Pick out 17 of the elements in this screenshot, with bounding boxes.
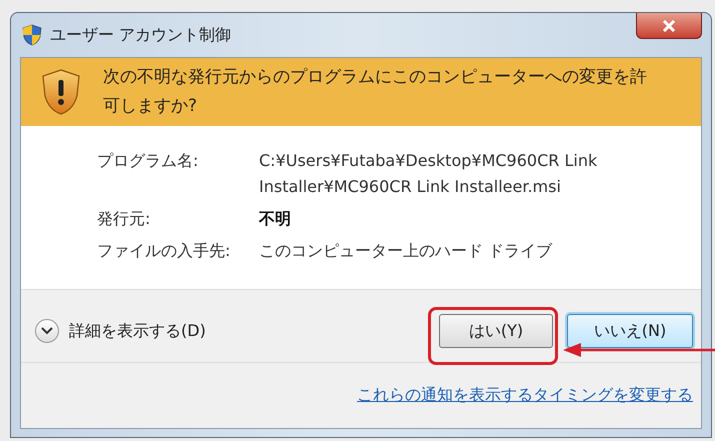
detail-label: ファイルの入手先: xyxy=(97,240,232,262)
notification-settings-link[interactable]: これらの通知を表示するタイミングを変更する xyxy=(357,385,693,406)
detail-label: 発行元: xyxy=(97,208,152,230)
detail-label: プログラム名: xyxy=(97,150,200,172)
detail-value: C:¥Users¥Futaba¥Desktop¥MC960CR Link Installer¥MC960CR Link Installeer.msi xyxy=(259,150,598,198)
warning-shield-icon xyxy=(41,68,81,116)
close-icon xyxy=(662,20,676,32)
window-title: ユーザー アカウント制御 xyxy=(50,24,232,46)
warning-message: 次の不明な発行元からのプログラムにこのコンピューターへの変更を許可しますか? xyxy=(103,66,648,118)
dialog-button[interactable]: はい(Y) xyxy=(439,314,553,348)
detail-value: 不明 xyxy=(259,208,292,230)
dialog-button[interactable]: いいえ(N) xyxy=(567,314,693,348)
detail-value: このコンピューター上のハード ドライブ xyxy=(259,240,554,262)
show-details-toggle[interactable]: 詳細を表示する(D) xyxy=(35,319,206,343)
close-button[interactable] xyxy=(636,13,702,39)
shield-icon xyxy=(22,24,42,46)
chevron-icon xyxy=(35,319,59,343)
